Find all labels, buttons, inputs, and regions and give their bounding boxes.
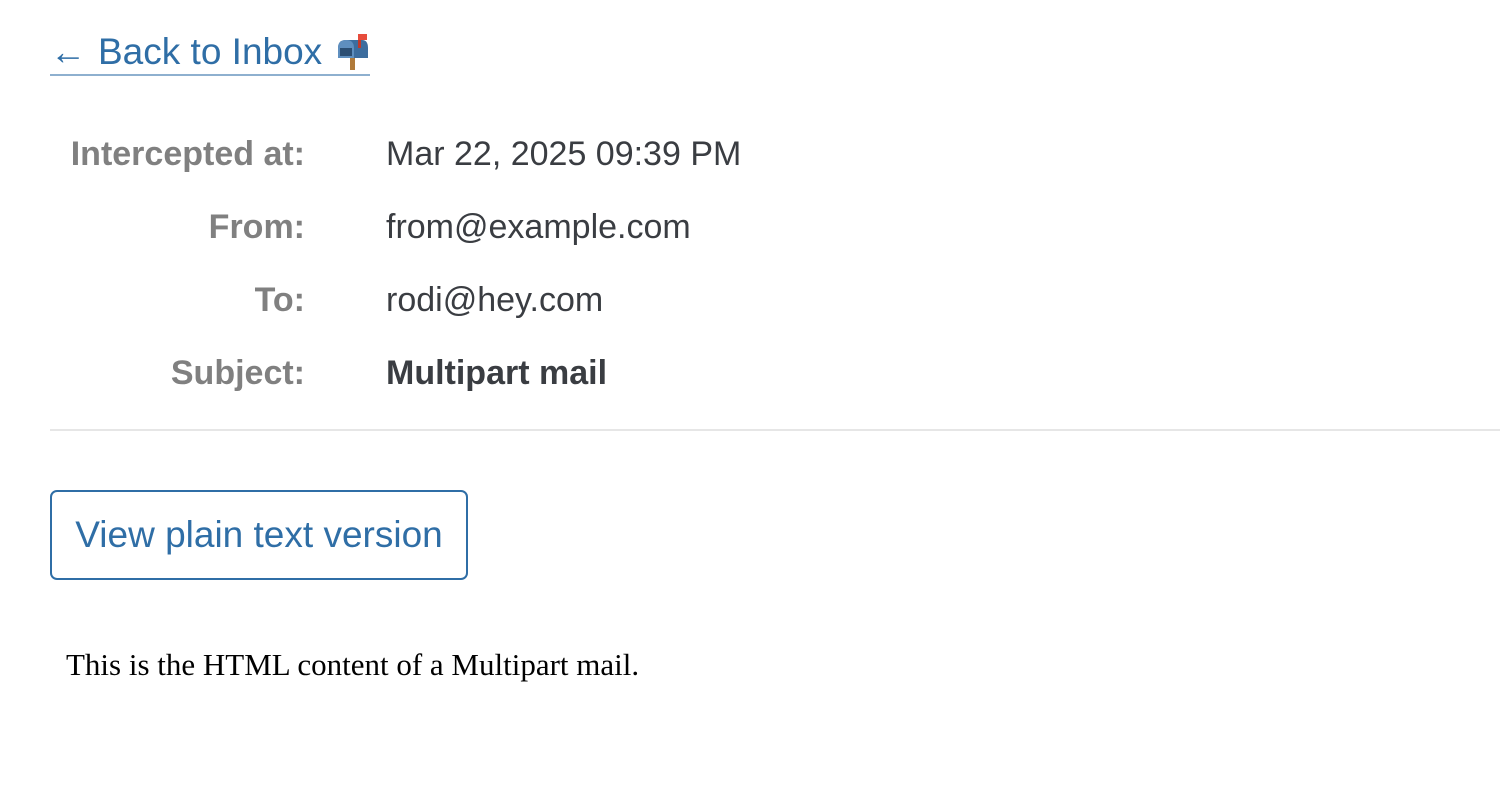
email-metadata: Intercepted at: Mar 22, 2025 09:39 PM Fr… — [50, 118, 1050, 410]
intercepted-label: Intercepted at: — [70, 135, 305, 173]
back-arrow-icon: ← — [50, 31, 86, 72]
from-label: From: — [208, 208, 305, 246]
email-html-content: This is the HTML content of a Multipart … — [66, 647, 640, 682]
divider — [50, 429, 1500, 431]
subject-row: Subject: Multipart mail — [50, 337, 1050, 410]
from-value: from@example.com — [386, 208, 691, 246]
from-row: From: from@example.com — [50, 191, 1050, 264]
to-row: To: rodi@hey.com — [50, 264, 1050, 337]
back-to-inbox-label: Back to Inbox — [98, 31, 323, 72]
view-plain-text-button[interactable]: View plain text version — [50, 490, 468, 580]
mailbox-icon — [334, 34, 370, 70]
intercepted-value: Mar 22, 2025 09:39 PM — [386, 135, 742, 173]
subject-value: Multipart mail — [386, 354, 608, 392]
back-to-inbox-link[interactable]: ← Back to Inbox — [50, 30, 371, 76]
intercepted-row: Intercepted at: Mar 22, 2025 09:39 PM — [50, 118, 1050, 191]
to-label: To: — [254, 281, 305, 319]
subject-label: Subject: — [170, 354, 305, 392]
to-value: rodi@hey.com — [386, 281, 604, 319]
